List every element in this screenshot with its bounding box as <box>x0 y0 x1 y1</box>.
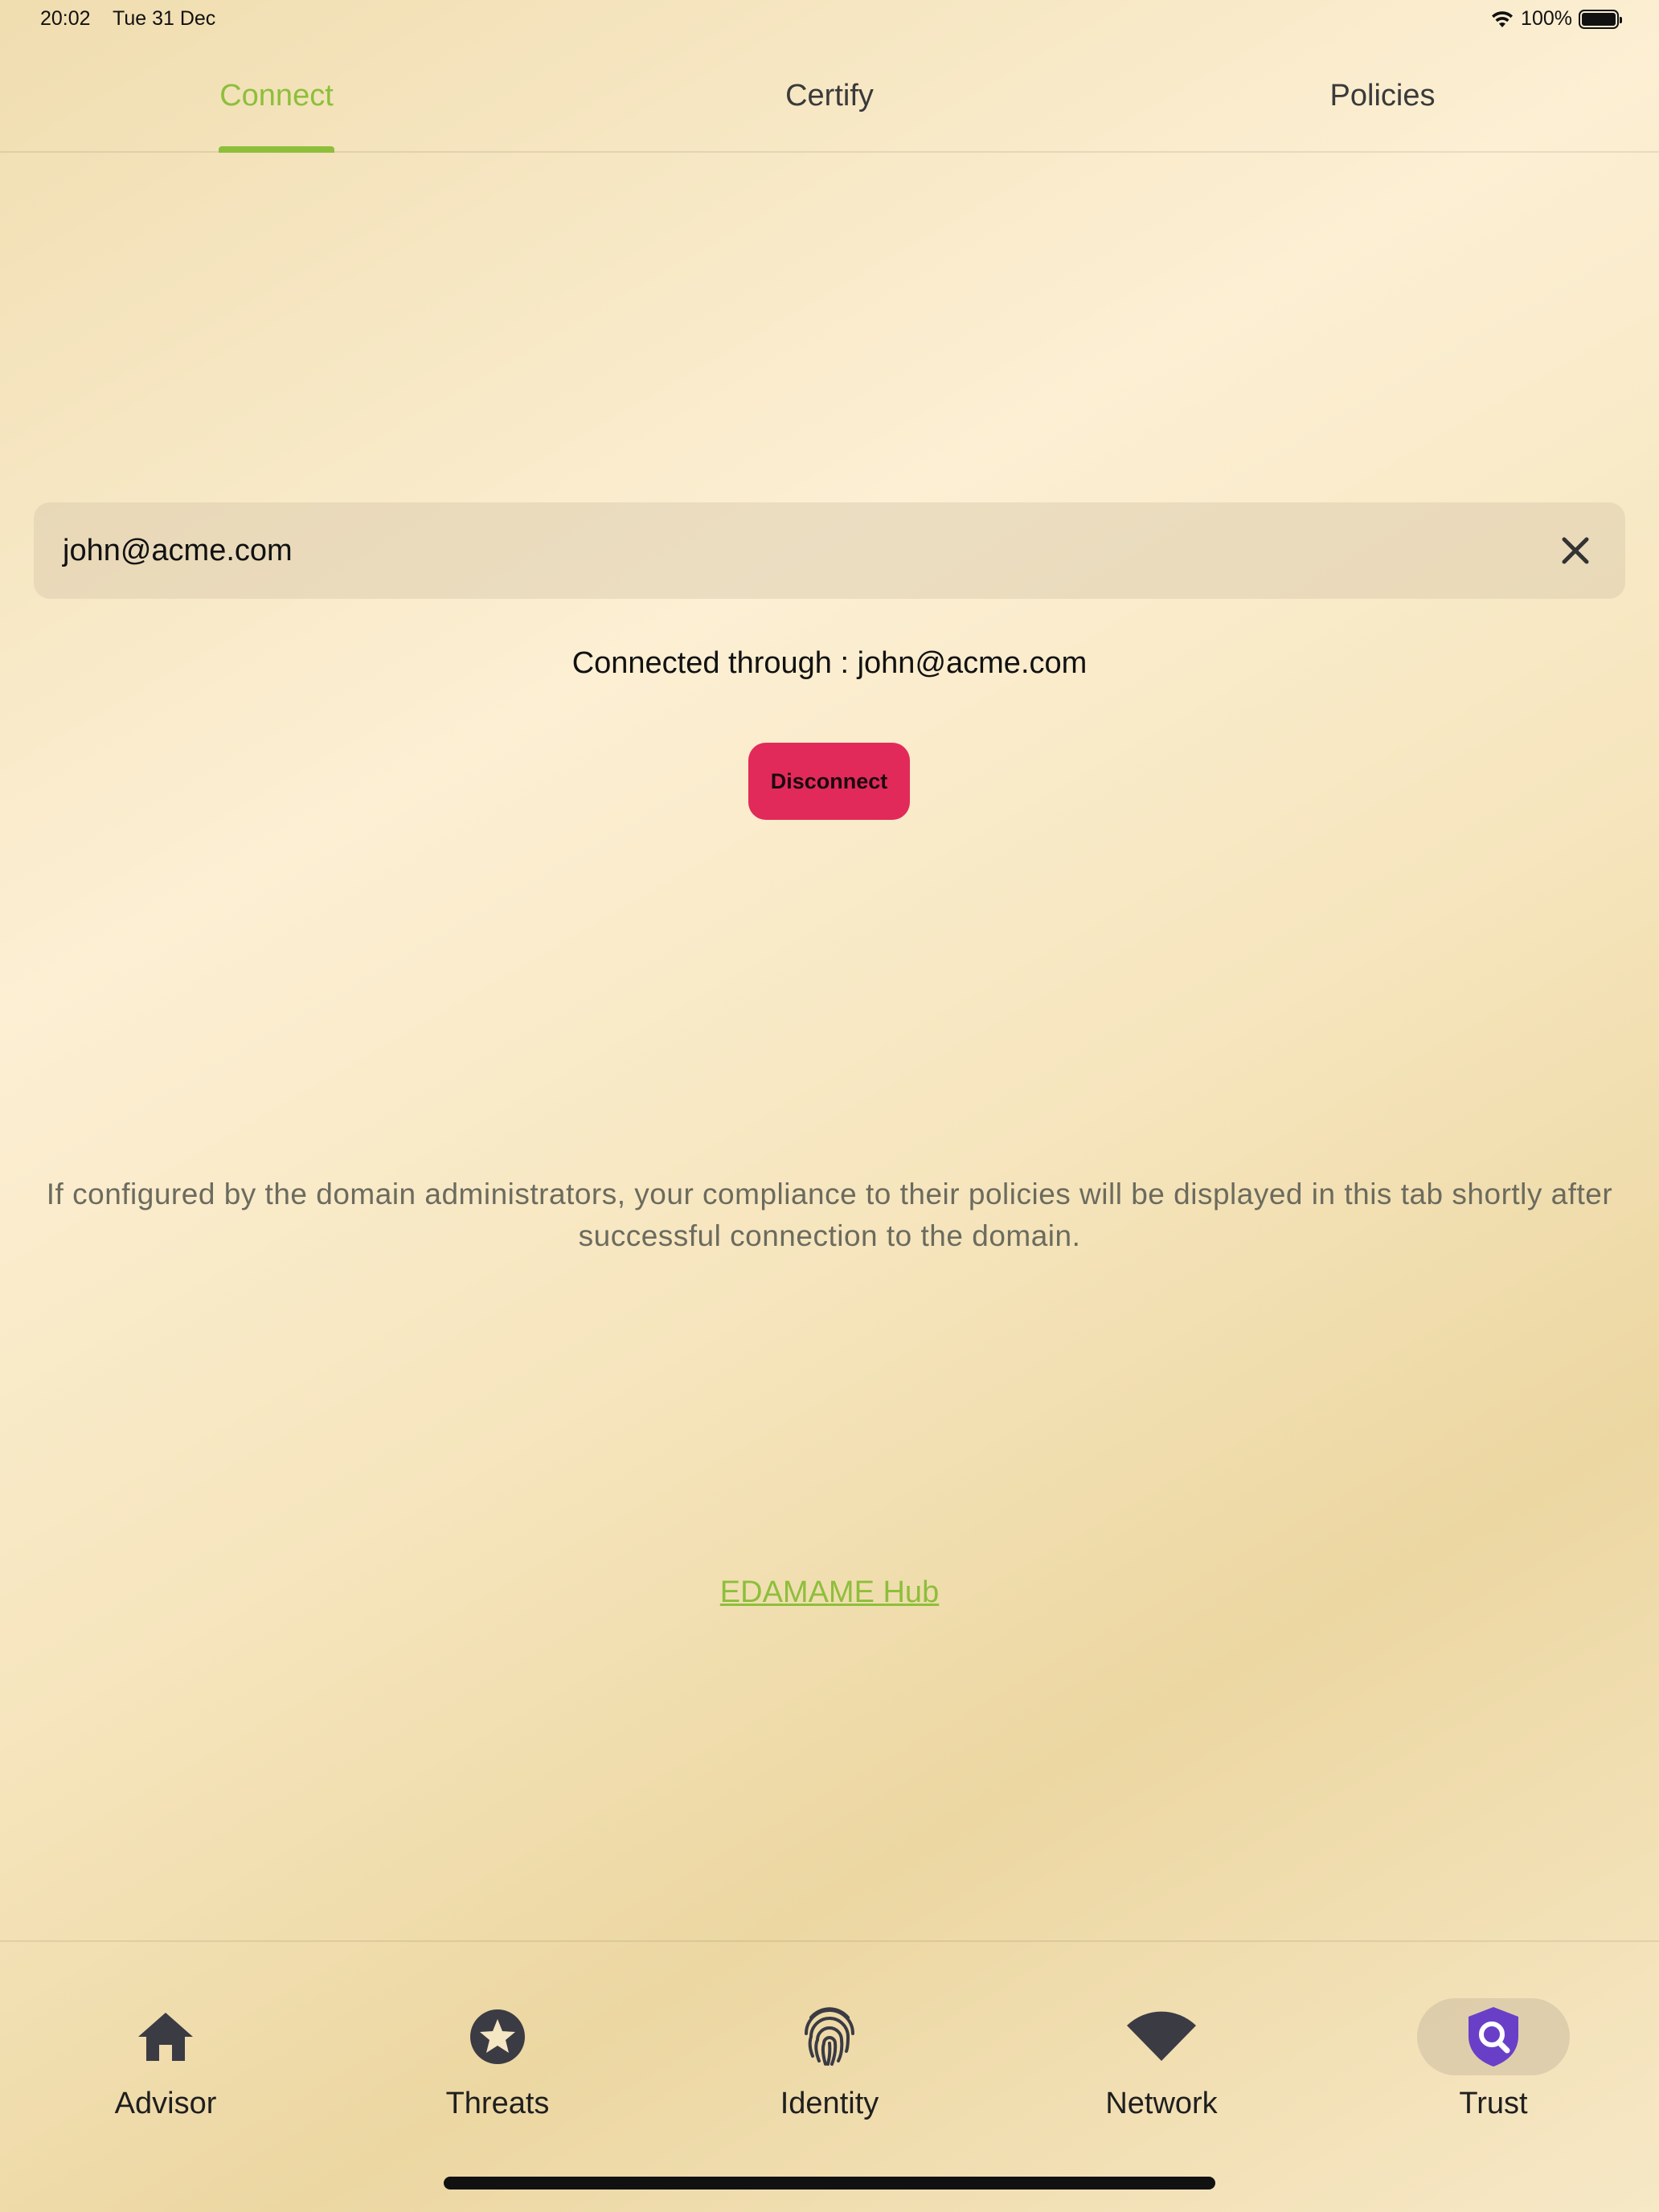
nav-item-trust[interactable]: Trust <box>1389 1998 1598 2121</box>
nav-item-network[interactable]: Network <box>1057 1998 1266 2121</box>
wifi-icon <box>1127 2011 1196 2061</box>
nav-item-advisor[interactable]: Advisor <box>61 1998 270 2121</box>
home-indicator[interactable] <box>444 2177 1215 2189</box>
wifi-status-icon <box>1492 10 1514 27</box>
edamame-hub-link[interactable]: EDAMAME Hub <box>0 1575 1659 1610</box>
close-icon[interactable] <box>1558 533 1593 568</box>
status-indicators: 100% <box>1490 7 1622 31</box>
nav-label-advisor: Advisor <box>114 2087 217 2120</box>
tab-certify[interactable]: Certify <box>785 79 874 113</box>
connection-status-text: Connected through : john@acme.com <box>571 646 1088 680</box>
bottom-navigation: Advisor Threats Identity Network Trust <box>0 1940 1659 2212</box>
battery-percent: 100% <box>1521 7 1572 30</box>
nav-label-identity: Identity <box>780 2087 879 2120</box>
tab-policies[interactable]: Policies <box>1330 79 1436 113</box>
status-bar: 20:02 Tue 31 Dec 100% <box>0 0 1659 39</box>
status-time: 20:02 <box>40 7 91 30</box>
nav-label-network: Network <box>1105 2087 1218 2120</box>
email-field-value: john@acme.com <box>63 533 293 567</box>
status-date: Tue 31 Dec <box>113 7 216 30</box>
tab-connect[interactable]: Connect <box>219 79 334 113</box>
star-badge-icon <box>470 2009 525 2064</box>
top-tab-bar: Connect Certify Policies <box>0 64 1659 153</box>
email-field[interactable]: john@acme.com <box>34 502 1625 599</box>
nav-item-threats[interactable]: Threats <box>393 1998 602 2121</box>
active-tab-indicator <box>219 146 334 153</box>
nav-label-threats: Threats <box>445 2087 550 2120</box>
fingerprint-icon <box>805 2007 854 2066</box>
home-icon <box>138 2013 193 2061</box>
nav-label-trust: Trust <box>1459 2087 1528 2120</box>
shield-search-icon <box>1469 2007 1518 2067</box>
nav-item-identity[interactable]: Identity <box>725 1998 934 2121</box>
policy-info-text: If configured by the domain administrato… <box>46 1178 1613 1252</box>
battery-icon <box>1579 9 1622 29</box>
disconnect-button[interactable]: Disconnect <box>748 743 910 820</box>
